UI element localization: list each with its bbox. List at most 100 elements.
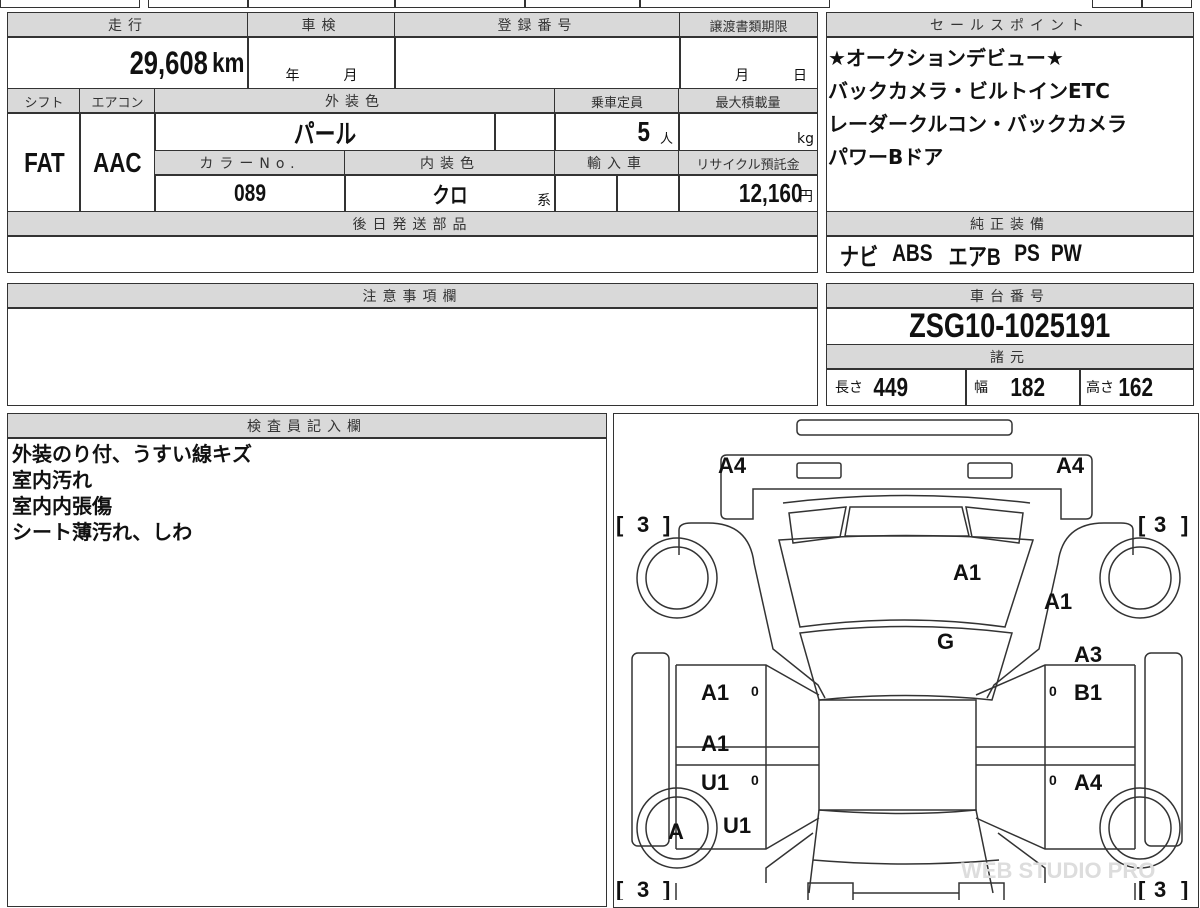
interior-color-header: 内装色 bbox=[344, 150, 556, 176]
rear-right-tire bbox=[1099, 537, 1181, 619]
shift-text: FAT bbox=[23, 146, 65, 178]
rear-right-wheel bbox=[1108, 546, 1172, 610]
tread-rear-right: 3 bbox=[1154, 512, 1166, 537]
equipment-header: 純正装備 bbox=[826, 211, 1194, 237]
chassis-number: ZSG10-1025191 bbox=[909, 307, 1111, 345]
aircon-header: エアコン bbox=[79, 88, 156, 114]
mark-left-front-wheel: A bbox=[668, 819, 684, 844]
capacity-number: 5 bbox=[637, 116, 651, 147]
mileage-value: 29,608 km bbox=[7, 36, 249, 90]
registration-header: 登録番号 bbox=[394, 12, 681, 38]
exterior-color-text: パール bbox=[293, 118, 357, 149]
color-no-value: 089 bbox=[154, 174, 346, 213]
capacity-unit: 人 bbox=[659, 132, 673, 147]
interior-color-value: クロ 系 bbox=[344, 174, 556, 213]
color-no-header: カラーNo. bbox=[154, 150, 346, 176]
sales-points-header: セールスポイント bbox=[826, 12, 1194, 38]
rear-lamp-left bbox=[796, 462, 842, 479]
right-step bbox=[1144, 652, 1183, 847]
registration-value bbox=[394, 36, 681, 90]
tread-bracket: ] bbox=[663, 512, 670, 537]
spec-height: 高さ 162 bbox=[1079, 368, 1194, 406]
spec-length-value: 449 bbox=[873, 371, 909, 402]
tread-bracket: [ bbox=[616, 877, 624, 900]
max-load-header: 最大積載量 bbox=[678, 88, 818, 114]
tread-bracket: [ bbox=[1138, 877, 1146, 900]
shift-header: シフト bbox=[7, 88, 81, 114]
left-step bbox=[631, 652, 670, 847]
top-strip-cell bbox=[395, 0, 525, 8]
spec-height-label: 高さ bbox=[1086, 380, 1114, 396]
chassis-value: ZSG10-1025191 bbox=[826, 307, 1194, 346]
top-strip-cell bbox=[1142, 0, 1192, 8]
interior-color-text: クロ bbox=[432, 182, 468, 208]
door-zero: 0 bbox=[1049, 772, 1057, 788]
day-unit: 日 bbox=[793, 68, 807, 84]
hood bbox=[818, 699, 977, 811]
recycle-fee-number: 12,160 bbox=[739, 178, 803, 208]
sales-point: バックカメラ・ビルトインETC bbox=[828, 79, 1110, 103]
equipment-item: PW bbox=[1050, 240, 1082, 267]
sales-point: パワーBドア bbox=[828, 145, 944, 169]
shaken-value: 年 月 bbox=[247, 36, 396, 90]
color-no-text: 089 bbox=[233, 179, 267, 207]
year-unit: 年 bbox=[285, 68, 300, 84]
shift-value: FAT bbox=[7, 112, 81, 213]
equipment-item: エアB bbox=[948, 243, 1001, 271]
sales-points-list: ★オークションデビュー★ バックカメラ・ビルトインETC レーダークルコン・バッ… bbox=[828, 42, 1127, 174]
tread-rear-left: 3 bbox=[637, 512, 649, 537]
import-value-1 bbox=[554, 174, 618, 213]
mark-left-front-door-1: A1 bbox=[701, 731, 729, 756]
inspector-note: 室内内張傷 bbox=[12, 494, 112, 518]
aircon-text: AAC bbox=[93, 146, 142, 178]
month-unit: 月 bbox=[735, 68, 749, 84]
top-strip-cell bbox=[640, 0, 830, 8]
transfer-deadline-header: 譲渡書類期限 bbox=[679, 12, 818, 38]
sales-point: レーダークルコン・バックカメラ bbox=[828, 112, 1127, 136]
mark-left-front-door-2: U1 bbox=[701, 770, 729, 795]
equipment-item: PS bbox=[1014, 240, 1040, 267]
chassis-header: 車台番号 bbox=[826, 283, 1194, 309]
watermark: WEB STUDIO PRO bbox=[961, 858, 1155, 883]
car-diagram: WEB STUDIO PRO A4 A4 A1 A1 G A3 B1 A1 A1… bbox=[616, 419, 1188, 900]
import-value-2 bbox=[616, 174, 680, 213]
aircon-value: AAC bbox=[79, 112, 156, 213]
mileage-number: 29,608 bbox=[129, 44, 208, 81]
tread-bracket: [ bbox=[1138, 512, 1146, 537]
capacity-header: 乗車定員 bbox=[554, 88, 680, 114]
inspector-note: 外装のり付、うすい線キズ bbox=[12, 442, 252, 466]
specs-header: 諸元 bbox=[826, 344, 1194, 370]
exterior-color-value: パール bbox=[154, 112, 496, 152]
door-zero: 0 bbox=[751, 772, 759, 788]
max-load-unit: kg bbox=[797, 131, 814, 147]
exterior-color-header: 外装色 bbox=[154, 88, 556, 114]
spec-length: 長さ 449 bbox=[826, 368, 967, 406]
capacity-value: 5 人 bbox=[554, 112, 680, 152]
max-load-value: kg bbox=[678, 112, 818, 152]
caution-header: 注意事項欄 bbox=[7, 283, 818, 309]
import-header: 輸入車 bbox=[554, 150, 680, 176]
tread-bracket: [ bbox=[616, 512, 624, 537]
top-strip-cell bbox=[148, 0, 248, 8]
tread-bracket: ] bbox=[1181, 877, 1188, 900]
rear-lamp-right bbox=[967, 462, 1013, 479]
spec-length-label: 長さ bbox=[835, 380, 863, 396]
equipment-item: ナビ bbox=[839, 243, 879, 271]
mark-right-rear-door-1: A3 bbox=[1074, 642, 1102, 667]
equipment-item: ABS bbox=[892, 240, 933, 267]
windshield bbox=[799, 625, 1013, 701]
later-parts-value bbox=[7, 235, 818, 273]
front-right-tire bbox=[1099, 787, 1181, 869]
roof bbox=[778, 534, 1035, 628]
door-zero: 0 bbox=[751, 683, 759, 699]
rear-spoiler bbox=[782, 494, 1031, 504]
inspector-note: 室内汚れ bbox=[12, 468, 92, 492]
inspector-note: シート薄汚れ、しわ bbox=[12, 520, 193, 544]
equipment-list: ナビ ABS エアB PS PW bbox=[826, 235, 1194, 273]
month-unit: 月 bbox=[343, 68, 358, 84]
rear-gate bbox=[720, 454, 1093, 520]
front-bumper bbox=[807, 882, 1005, 900]
mark-right-rear-door-2: B1 bbox=[1074, 680, 1102, 705]
top-strip-cell bbox=[0, 0, 140, 8]
interior-color-suffix: 系 bbox=[537, 193, 551, 209]
